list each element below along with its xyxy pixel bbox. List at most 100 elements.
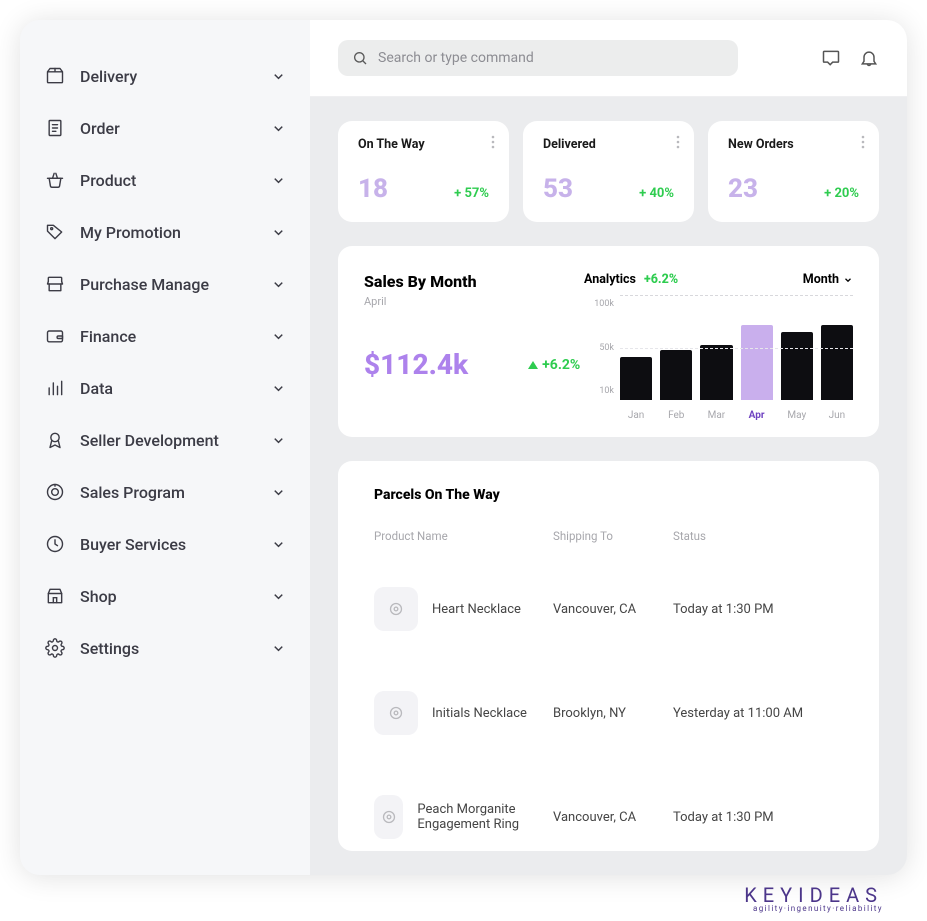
sidebar-item-label: Shop [80,587,117,606]
chart-bar[interactable] [700,345,732,400]
y-tick: 10k [584,386,614,396]
receipt-icon [44,117,66,139]
status-time: Today at 1:30 PM [673,602,843,617]
stat-card: On The Way18+ 57% [338,121,509,222]
gear-icon [44,637,66,659]
stat-title: Delivered [543,137,674,152]
tag-icon [44,221,66,243]
chat-icon[interactable] [821,48,841,68]
sidebar: Delivery Order Product My Promotion Purchase… [20,20,310,875]
sidebar-item-label: My Promotion [80,223,181,242]
basket-icon [44,169,66,191]
sales-chart: 100k 50k 10k [584,295,853,400]
sidebar-item-order[interactable]: Order [34,102,296,154]
stat-growth: + 40% [639,186,674,201]
sidebar-item-data[interactable]: Data [34,362,296,414]
stat-growth: + 57% [454,186,489,201]
badge-icon [44,429,66,451]
sidebar-item-label: Data [80,379,113,398]
chevron-down-icon [271,329,286,344]
sidebar-item-label: Delivery [80,67,137,86]
parcels-card: Parcels On The Way Product Name Shipping… [338,461,879,851]
x-tick: Mar [700,410,732,421]
y-tick: 100k [584,299,614,309]
stat-card: Delivered 53 + 40% [523,121,694,222]
chevron-down-icon [271,173,286,188]
stat-value: 23 [728,174,758,204]
sales-title: Sales By Month [364,272,574,291]
sidebar-item-sales-program[interactable]: Sales Program [34,466,296,518]
more-icon[interactable] [676,135,680,149]
chevron-down-icon [271,121,286,136]
more-icon[interactable] [491,135,495,149]
table-row[interactable]: Peach Morganite Engagement RingVancouver… [374,765,843,869]
gauge-icon [44,481,66,503]
topbar [310,20,907,97]
sales-card: Sales By Month April $112.4k +6.2% Analy… [338,246,879,437]
sidebar-item-product[interactable]: Product [34,154,296,206]
content: On The Way18+ 57% Delivered 53 + 40% New Ord… [310,97,907,875]
sales-growth: +6.2% [528,357,580,373]
x-tick: Jun [821,410,853,421]
chart-bar[interactable] [741,325,773,400]
stat-title: On The Way [358,137,489,152]
sidebar-item-purchase-manage[interactable]: Purchase Manage [34,258,296,310]
search-box[interactable] [338,40,738,76]
y-tick: 50k [584,343,614,353]
chart-bar[interactable] [821,325,853,400]
chart-bar[interactable] [781,332,813,400]
chevron-down-icon [271,277,286,292]
stat-title: New Orders [728,137,859,152]
chevron-down-icon [271,381,286,396]
sidebar-item-finance[interactable]: Finance [34,310,296,362]
product-name: Initials Necklace [432,706,527,721]
parcels-title: Parcels On The Way [374,487,843,503]
status-time: Today at 1:30 PM [673,810,843,825]
sidebar-item-settings[interactable]: Settings [34,622,296,674]
sidebar-item-buyer-services[interactable]: Buyer Services [34,518,296,570]
chevron-down-icon [271,69,286,84]
shipping-to: Vancouver, CA [553,602,673,617]
chart-bar[interactable] [620,357,652,401]
sidebar-item-label: Seller Development [80,431,219,450]
parcels-header: Product Name Shipping To Status [374,529,843,557]
col-shipping: Shipping To [553,529,673,543]
x-tick: Jan [620,410,652,421]
product-thumbnail [374,691,418,735]
main: On The Way18+ 57% Delivered 53 + 40% New Ord… [310,20,907,875]
table-row[interactable]: Art Deco Style Engagement RingBrooklyn, … [374,869,843,875]
shipping-to: Brooklyn, NY [553,706,673,721]
col-status: Status [673,529,843,543]
col-product: Product Name [374,529,553,543]
table-row[interactable]: Initials Necklace Brooklyn, NYYesterday a… [374,661,843,765]
sales-period: April [364,295,574,308]
search-input[interactable] [378,50,724,66]
sidebar-item-label: Sales Program [80,483,185,502]
chevron-down-icon [271,485,286,500]
store-icon [44,273,66,295]
sidebar-item-seller-development[interactable]: Seller Development [34,414,296,466]
chevron-down-icon [843,275,853,285]
product-name: Heart Necklace [432,602,521,617]
chevron-down-icon [271,537,286,552]
chevron-down-icon [271,225,286,240]
search-icon [352,50,368,66]
wallet-icon [44,325,66,347]
table-row[interactable]: Heart Necklace Vancouver, CAToday at 1:30… [374,557,843,661]
sidebar-item-delivery[interactable]: Delivery [34,50,296,102]
more-icon[interactable] [861,135,865,149]
status-time: Yesterday at 11:00 AM [673,706,843,721]
bars-icon [44,377,66,399]
sidebar-item-label: Order [80,119,120,138]
period-picker[interactable]: Month [803,272,853,287]
product-thumbnail [374,795,403,839]
bell-icon[interactable] [859,48,879,68]
sidebar-item-label: Purchase Manage [80,275,209,294]
sidebar-item-my-promotion[interactable]: My Promotion [34,206,296,258]
chart-bar[interactable] [660,350,692,401]
stat-value: 53 [543,174,573,204]
sidebar-item-label: Finance [80,327,136,346]
x-tick: May [781,410,813,421]
sidebar-item-shop[interactable]: Shop [34,570,296,622]
sidebar-item-label: Product [80,171,136,190]
